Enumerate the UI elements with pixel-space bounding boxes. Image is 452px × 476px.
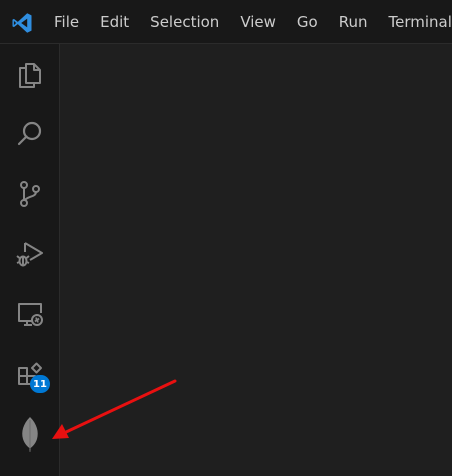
red-arrow-icon	[52, 379, 177, 439]
